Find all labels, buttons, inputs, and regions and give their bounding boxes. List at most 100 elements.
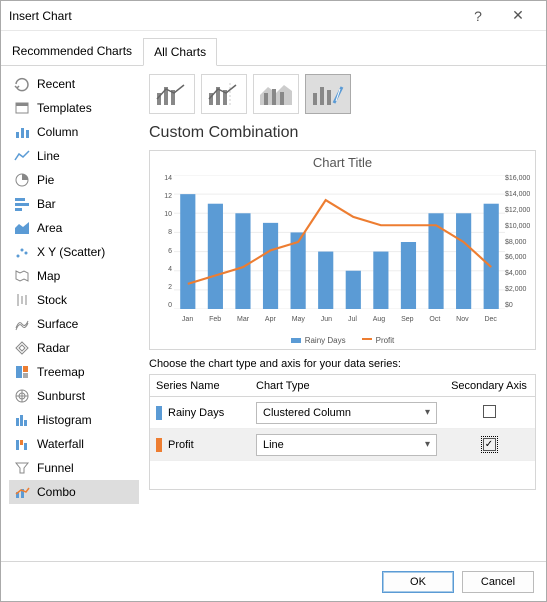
sidebar-item-label: Templates bbox=[37, 101, 92, 115]
series-swatch-1 bbox=[156, 438, 162, 452]
sidebar-item-sunburst[interactable]: Sunburst bbox=[9, 384, 139, 408]
sidebar-item-label: Pie bbox=[37, 173, 54, 187]
sidebar-item-pie[interactable]: Pie bbox=[9, 168, 139, 192]
sidebar-item-label: Sunburst bbox=[37, 389, 85, 403]
sidebar-item-stock[interactable]: Stock bbox=[9, 288, 139, 312]
sidebar-item-line[interactable]: Line bbox=[9, 144, 139, 168]
legend-1: Profit bbox=[376, 336, 395, 345]
sidebar-item-templates[interactable]: Templates bbox=[9, 96, 139, 120]
sidebar-item-area[interactable]: Area bbox=[9, 216, 139, 240]
sidebar-item-label: Funnel bbox=[37, 461, 74, 475]
ok-button[interactable]: OK bbox=[382, 571, 454, 593]
pie-icon bbox=[13, 171, 31, 189]
cancel-button[interactable]: Cancel bbox=[462, 571, 534, 593]
sidebar-item-combo[interactable]: Combo bbox=[9, 480, 139, 504]
series-type-value-0: Clustered Column bbox=[263, 407, 351, 419]
sidebar-item-waterfall[interactable]: Waterfall bbox=[9, 432, 139, 456]
combo-variant-0[interactable] bbox=[149, 74, 195, 114]
dialog-footer: OK Cancel bbox=[1, 561, 546, 601]
chart-type-sidebar: Recent Templates Column Line Pie Bar Are… bbox=[1, 66, 139, 566]
sidebar-item-histogram[interactable]: Histogram bbox=[9, 408, 139, 432]
sidebar-item-label: Line bbox=[37, 149, 60, 163]
sidebar-item-label: Radar bbox=[37, 341, 70, 355]
chart-preview: Chart Title 14121086420 $16,000$14,000$1… bbox=[149, 150, 536, 350]
series-type-value-1: Line bbox=[263, 439, 284, 451]
combo-icon bbox=[13, 483, 31, 501]
series-type-select-1[interactable]: Line ▾ bbox=[256, 434, 437, 456]
series-name-0: Rainy Days bbox=[168, 407, 224, 419]
scatter-icon bbox=[13, 243, 31, 261]
tab-all-charts[interactable]: All Charts bbox=[143, 38, 217, 66]
stock-icon bbox=[13, 291, 31, 309]
sidebar-item-label: Surface bbox=[37, 317, 78, 331]
sidebar-item-label: Waterfall bbox=[37, 437, 84, 451]
sunburst-icon bbox=[13, 387, 31, 405]
titlebar: Insert Chart ? ✕ bbox=[1, 1, 546, 31]
sidebar-item-label: Histogram bbox=[37, 413, 92, 427]
bar-icon bbox=[13, 195, 31, 213]
sidebar-item-bar[interactable]: Bar bbox=[9, 192, 139, 216]
series-row-empty bbox=[150, 461, 535, 489]
sidebar-item-funnel[interactable]: Funnel bbox=[9, 456, 139, 480]
choose-series-label: Choose the chart type and axis for your … bbox=[149, 358, 536, 370]
sidebar-item-label: Stock bbox=[37, 293, 67, 307]
chevron-down-icon: ▾ bbox=[425, 407, 430, 418]
grid-header-axis: Secondary Axis bbox=[443, 380, 535, 392]
series-type-select-0[interactable]: Clustered Column ▾ bbox=[256, 402, 437, 424]
sidebar-item-label: Combo bbox=[37, 485, 76, 499]
tab-recommended[interactable]: Recommended Charts bbox=[1, 37, 143, 65]
secondary-axis-checkbox-0[interactable] bbox=[483, 405, 496, 418]
series-name-1: Profit bbox=[168, 439, 194, 451]
combo-variant-1[interactable] bbox=[201, 74, 247, 114]
variant-row bbox=[149, 74, 536, 114]
legend-0: Rainy Days bbox=[305, 336, 346, 345]
chart-legend: Rainy Days Profit bbox=[150, 336, 535, 345]
column-icon bbox=[13, 123, 31, 141]
waterfall-icon bbox=[13, 435, 31, 453]
chart-plot-area bbox=[174, 175, 505, 309]
help-button[interactable]: ? bbox=[458, 2, 498, 30]
combo-variant-3[interactable] bbox=[305, 74, 351, 114]
sidebar-item-map[interactable]: Map bbox=[9, 264, 139, 288]
surface-icon bbox=[13, 315, 31, 333]
series-swatch-0 bbox=[156, 406, 162, 420]
sidebar-item-surface[interactable]: Surface bbox=[9, 312, 139, 336]
y-axis-right: $16,000$14,000$12,000$10,000$8,000$6,000… bbox=[505, 175, 533, 309]
sidebar-item-radar[interactable]: Radar bbox=[9, 336, 139, 360]
sidebar-item-scatter[interactable]: X Y (Scatter) bbox=[9, 240, 139, 264]
chevron-down-icon: ▾ bbox=[425, 439, 430, 450]
templates-icon bbox=[13, 99, 31, 117]
grid-header-name: Series Name bbox=[150, 380, 250, 392]
y-axis-left: 14121086420 bbox=[154, 175, 172, 309]
map-icon bbox=[13, 267, 31, 285]
main-panel: Custom Combination Chart Title 141210864… bbox=[139, 66, 546, 566]
sidebar-item-column[interactable]: Column bbox=[9, 120, 139, 144]
sidebar-item-label: Map bbox=[37, 269, 60, 283]
sidebar-item-label: Bar bbox=[37, 197, 56, 211]
line-icon bbox=[13, 147, 31, 165]
sidebar-item-label: X Y (Scatter) bbox=[37, 245, 105, 259]
x-axis: JanFebMarAprMayJunJulAugSepOctNovDec bbox=[174, 316, 505, 323]
recent-icon bbox=[13, 75, 31, 93]
series-row-0: Rainy Days Clustered Column ▾ bbox=[150, 397, 535, 429]
sidebar-item-label: Area bbox=[37, 221, 62, 235]
sidebar-item-label: Recent bbox=[37, 77, 75, 91]
treemap-icon bbox=[13, 363, 31, 381]
chart-title: Chart Title bbox=[150, 155, 535, 170]
tab-strip: Recommended Charts All Charts bbox=[1, 37, 546, 66]
series-row-1: Profit Line ▾ ✓ bbox=[150, 429, 535, 461]
sidebar-item-label: Column bbox=[37, 125, 78, 139]
sidebar-item-treemap[interactable]: Treemap bbox=[9, 360, 139, 384]
grid-header-type: Chart Type bbox=[250, 380, 443, 392]
series-grid: Series Name Chart Type Secondary Axis Ra… bbox=[149, 374, 536, 490]
dialog-title: Insert Chart bbox=[9, 9, 458, 23]
sidebar-item-label: Treemap bbox=[37, 365, 85, 379]
histogram-icon bbox=[13, 411, 31, 429]
combo-variant-2[interactable] bbox=[253, 74, 299, 114]
secondary-axis-checkbox-1[interactable]: ✓ bbox=[483, 438, 496, 451]
sidebar-item-recent[interactable]: Recent bbox=[9, 72, 139, 96]
area-icon bbox=[13, 219, 31, 237]
funnel-icon bbox=[13, 459, 31, 477]
radar-icon bbox=[13, 339, 31, 357]
close-button[interactable]: ✕ bbox=[498, 2, 538, 30]
